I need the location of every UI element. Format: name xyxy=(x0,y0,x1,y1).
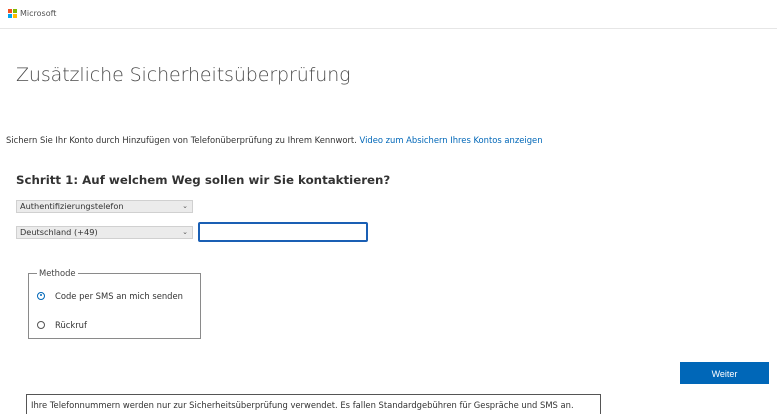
phone-number-input[interactable] xyxy=(198,222,368,242)
step-heading: Schritt 1: Auf welchem Weg sollen wir Si… xyxy=(16,173,391,187)
next-button[interactable]: Weiter xyxy=(680,362,769,384)
contact-method-select[interactable]: Authentifizierungstelefon ⌄ xyxy=(16,200,193,213)
intro-text: Sichern Sie Ihr Konto durch Hinzufügen v… xyxy=(6,135,357,145)
chevron-down-icon: ⌄ xyxy=(182,228,188,236)
country-value: Deutschland (+49) xyxy=(20,227,98,237)
method-legend: Methode xyxy=(37,267,78,279)
video-link[interactable]: Video zum Absichern Ihres Kontos anzeige… xyxy=(360,135,543,145)
radio-option-callback[interactable]: Rückruf xyxy=(37,318,87,332)
header: Microsoft xyxy=(0,0,777,29)
notice-box: Ihre Telefonnummern werden nur zur Siche… xyxy=(26,394,601,414)
radio-unselected-icon[interactable] xyxy=(37,320,45,329)
radio-label-sms: Code per SMS an mich senden xyxy=(55,291,183,301)
radio-selected-icon[interactable] xyxy=(37,291,45,300)
microsoft-logo-icon xyxy=(8,9,17,18)
chevron-down-icon: ⌄ xyxy=(182,202,188,210)
radio-label-callback: Rückruf xyxy=(55,320,87,330)
brand-name: Microsoft xyxy=(20,9,57,18)
method-fieldset: Methode Code per SMS an mich senden Rück… xyxy=(28,267,201,339)
country-select[interactable]: Deutschland (+49) ⌄ xyxy=(16,226,193,239)
contact-method-value: Authentifizierungstelefon xyxy=(20,201,124,211)
radio-option-sms[interactable]: Code per SMS an mich senden xyxy=(37,289,183,303)
page: Microsoft Zusätzliche Sicherheitsüberprü… xyxy=(0,0,777,414)
notice-text: Ihre Telefonnummern werden nur zur Siche… xyxy=(31,400,574,410)
page-title: Zusätzliche Sicherheitsüberprüfung xyxy=(16,64,351,86)
intro-paragraph: Sichern Sie Ihr Konto durch Hinzufügen v… xyxy=(6,134,543,146)
